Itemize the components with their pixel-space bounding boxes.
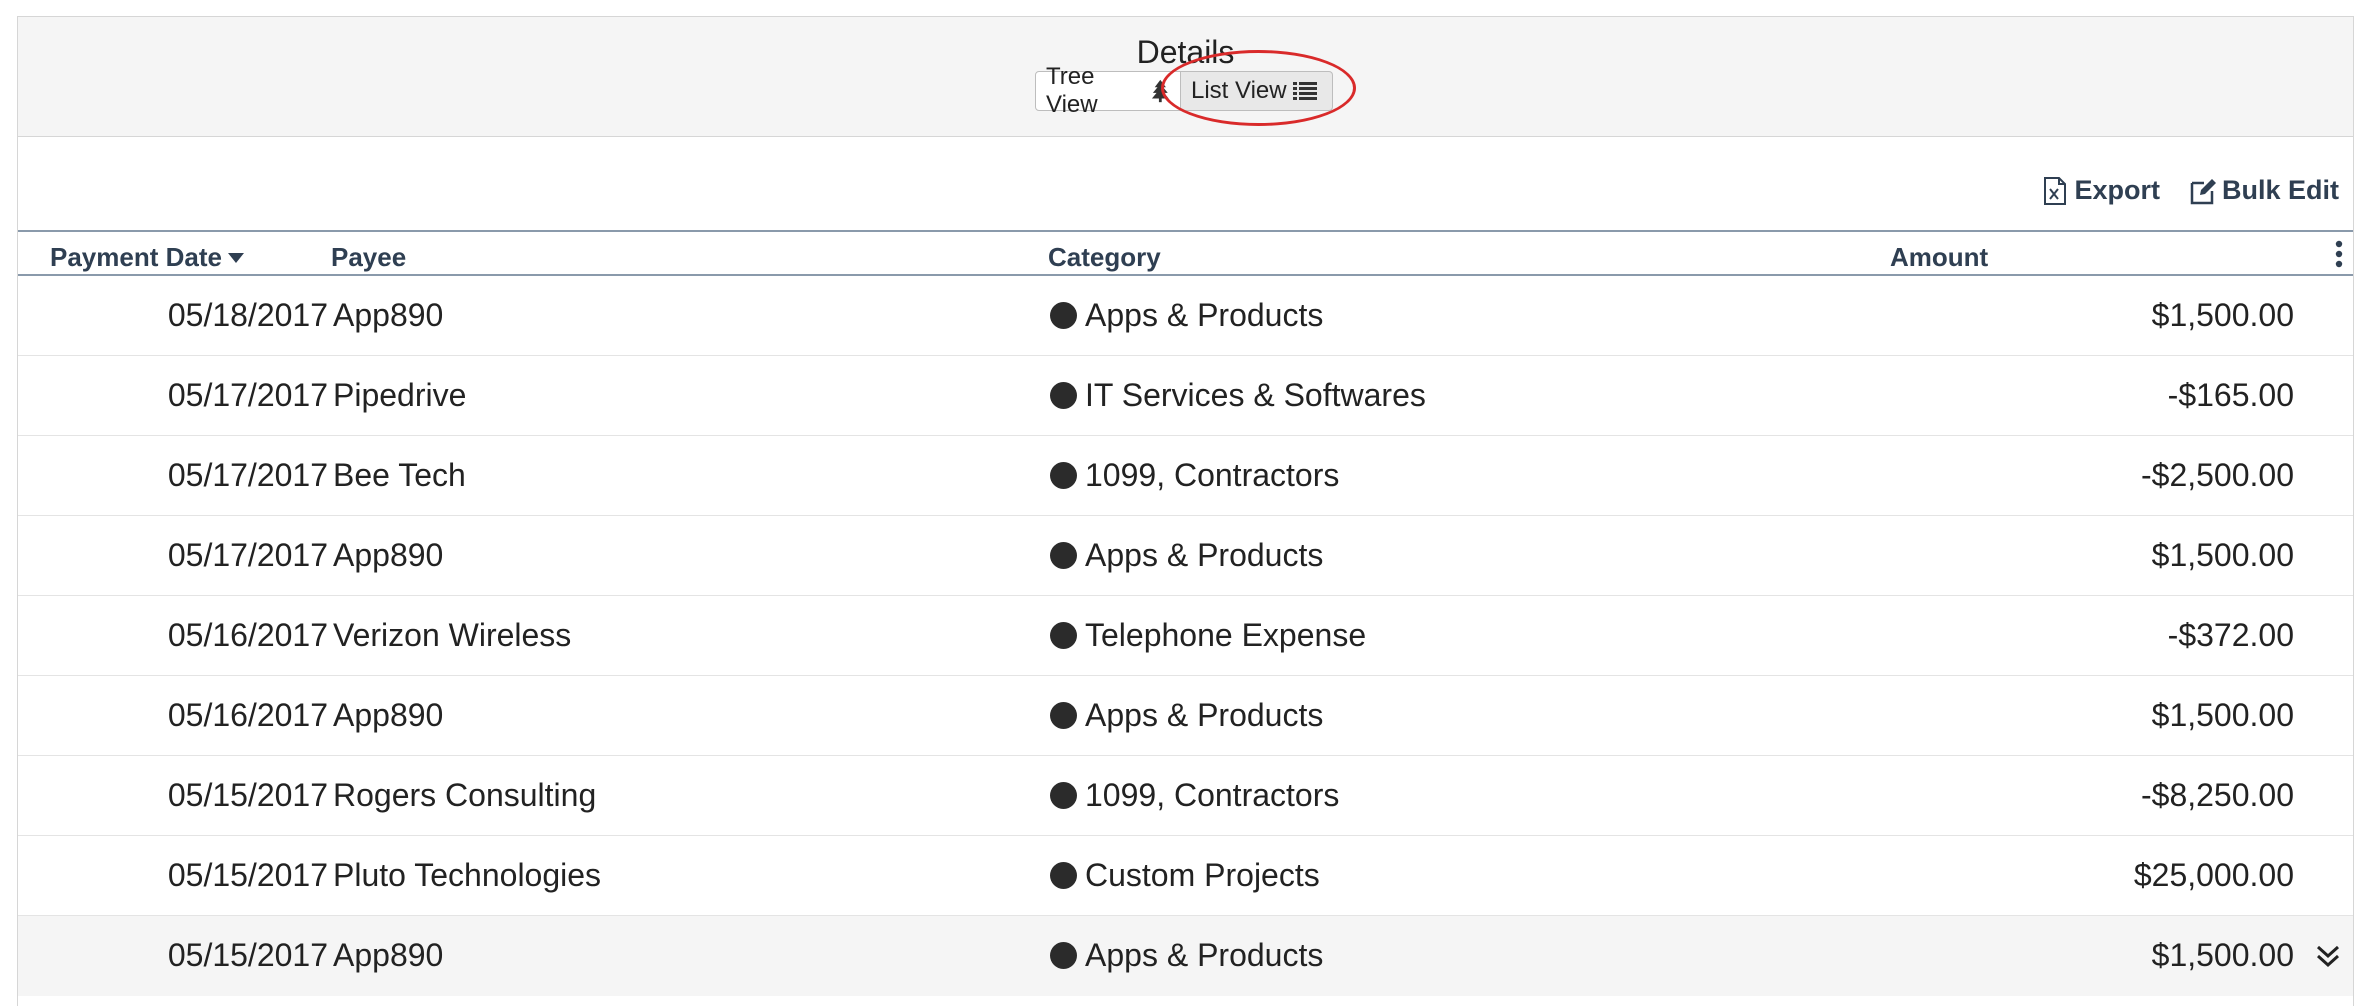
cell-payee: Rogers Consulting: [333, 777, 597, 813]
table-toolbar: Export Bulk Edit: [2042, 175, 2339, 206]
cell-category: Custom Projects: [1050, 857, 1320, 894]
table-row[interactable]: 05/17/2017 Pipedrive IT Services & Softw…: [18, 356, 2353, 436]
panel-header: Details Tree View List View: [18, 17, 2353, 137]
cell-amount: $25,000.00: [2133, 857, 2294, 893]
cell-payee: App890: [333, 697, 444, 733]
cell-amount: -$2,500.00: [2140, 457, 2294, 493]
category-label: 1099, Contractors: [1085, 457, 1340, 493]
cell-category: IT Services & Softwares: [1050, 377, 1426, 414]
tree-view-button[interactable]: Tree View: [1035, 63, 1181, 118]
cell-amount: $1,500.00: [2151, 697, 2294, 733]
category-dot-icon: [1050, 942, 1077, 969]
cell-amount: $1,500.00: [2151, 297, 2294, 333]
cell-category: Apps & Products: [1050, 297, 1323, 334]
category-dot-icon: [1050, 702, 1077, 729]
cell-payment-date: 05/15/2017: [167, 777, 328, 813]
cell-payee: Pipedrive: [333, 377, 467, 413]
list-view-button[interactable]: List View: [1181, 71, 1333, 111]
cell-payment-date: 05/18/2017: [167, 297, 328, 333]
export-button[interactable]: Export: [2042, 175, 2160, 206]
double-chevron-down-icon: [2316, 945, 2340, 968]
table-row[interactable]: 05/17/2017 Bee Tech 1099, Contractors -$…: [18, 436, 2353, 516]
cell-payee: App890: [333, 937, 444, 973]
details-panel: Details Tree View List View Export Bulk …: [17, 16, 2354, 1006]
row-expand-button[interactable]: [2315, 940, 2341, 977]
cell-category: Apps & Products: [1050, 937, 1323, 974]
category-dot-icon: [1050, 302, 1077, 329]
caret-down-icon: [227, 252, 244, 263]
cell-payee: App890: [333, 537, 444, 573]
category-dot-icon: [1050, 542, 1077, 569]
category-dot-icon: [1050, 382, 1077, 409]
cell-amount: -$8,250.00: [2140, 777, 2294, 813]
category-dot-icon: [1050, 782, 1077, 809]
column-menu-button[interactable]: [2335, 240, 2343, 275]
category-label: Apps & Products: [1085, 537, 1324, 573]
category-label: Custom Projects: [1085, 857, 1320, 893]
cell-category: 1099, Contractors: [1050, 777, 1339, 814]
table-row[interactable]: 05/17/2017 App890 Apps & Products $1,500…: [18, 516, 2353, 596]
cell-payment-date: 05/17/2017: [167, 377, 328, 413]
category-label: 1099, Contractors: [1085, 777, 1340, 813]
cell-category: 1099, Contractors: [1050, 457, 1339, 494]
table-header: Payment Date Payee Category Amount: [18, 230, 2353, 276]
category-dot-icon: [1050, 862, 1077, 889]
cell-amount: $1,500.00: [2151, 537, 2294, 573]
vertical-dots-icon: [2335, 240, 2343, 268]
cell-category: Telephone Expense: [1050, 617, 1366, 654]
bulk-edit-button[interactable]: Bulk Edit: [2190, 175, 2339, 206]
cell-payee: Pluto Technologies: [333, 857, 602, 893]
edit-icon: [2190, 178, 2216, 204]
transactions-table: Payment Date Payee Category Amount 05/18…: [18, 230, 2353, 996]
excel-file-icon: [2044, 176, 2067, 205]
view-toggle: Tree View List View: [1035, 63, 1333, 118]
cell-payee: Verizon Wireless: [333, 617, 572, 653]
table-row[interactable]: 05/15/2017 App890 Apps & Products $1,500…: [18, 916, 2353, 996]
column-header-label: Payment Date: [50, 242, 222, 272]
category-label: Apps & Products: [1085, 697, 1324, 733]
cell-category: Apps & Products: [1050, 697, 1323, 734]
cell-amount: -$372.00: [2167, 617, 2294, 653]
tree-view-label: Tree View: [1046, 63, 1098, 118]
column-header-payee[interactable]: Payee: [331, 242, 406, 273]
cell-payee: Bee Tech: [333, 457, 466, 493]
category-dot-icon: [1050, 462, 1077, 489]
list-view-label: List View: [1191, 77, 1287, 104]
cell-payment-date: 05/17/2017: [167, 537, 328, 573]
column-header-payment-date[interactable]: Payment Date: [50, 242, 244, 273]
list-icon: [1292, 82, 1317, 100]
cell-payment-date: 05/16/2017: [167, 697, 328, 733]
table-row[interactable]: 05/15/2017 Rogers Consulting 1099, Contr…: [18, 756, 2353, 836]
table-row[interactable]: 05/16/2017 App890 Apps & Products $1,500…: [18, 676, 2353, 756]
table-row[interactable]: 05/16/2017 Verizon Wireless Telephone Ex…: [18, 596, 2353, 676]
bulk-edit-label: Bulk Edit: [2221, 175, 2339, 205]
category-label: Telephone Expense: [1085, 617, 1367, 653]
table-row[interactable]: 05/18/2017 App890 Apps & Products $1,500…: [18, 276, 2353, 356]
cell-payment-date: 05/17/2017: [167, 457, 328, 493]
cell-category: Apps & Products: [1050, 537, 1323, 574]
tree-icon: [1152, 79, 1170, 103]
cell-payment-date: 05/15/2017: [167, 857, 328, 893]
category-dot-icon: [1050, 622, 1077, 649]
cell-payee: App890: [333, 297, 444, 333]
panel-title: Details: [1136, 34, 1235, 70]
category-label: Apps & Products: [1085, 937, 1324, 973]
cell-payment-date: 05/16/2017: [167, 617, 328, 653]
cell-payment-date: 05/15/2017: [167, 937, 328, 973]
column-header-amount[interactable]: Amount: [1890, 242, 1988, 273]
category-label: Apps & Products: [1085, 297, 1324, 333]
column-header-category[interactable]: Category: [1048, 242, 1161, 273]
table-row[interactable]: 05/15/2017 Pluto Technologies Custom Pro…: [18, 836, 2353, 916]
export-label: Export: [2074, 175, 2160, 205]
cell-amount: -$165.00: [2167, 377, 2294, 413]
category-label: IT Services & Softwares: [1085, 377, 1426, 413]
cell-amount: $1,500.00: [2151, 937, 2294, 973]
